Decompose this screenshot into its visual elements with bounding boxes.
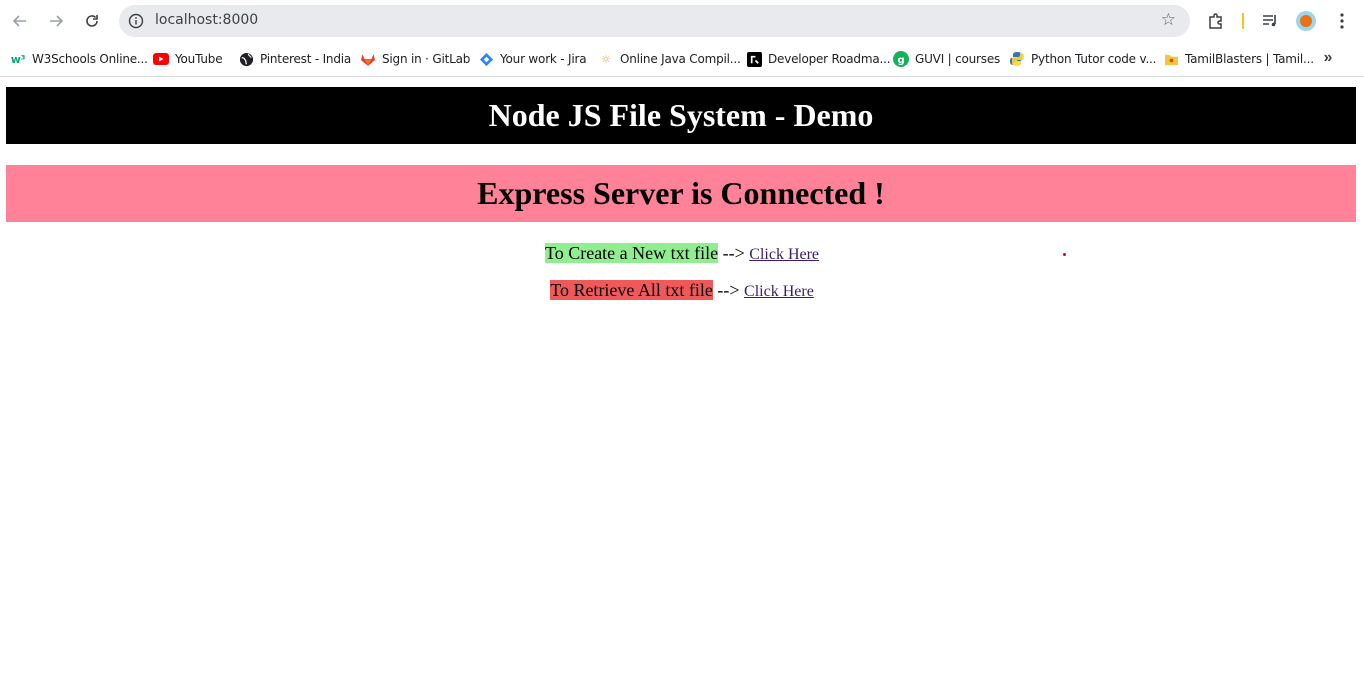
bookmark-jira[interactable]: Your work - Jira [478,50,587,68]
create-file-label: To Create a New txt file [544,243,719,263]
bookmark-star-icon[interactable]: ☆ [1161,10,1176,30]
basketball-avatar-icon [1300,15,1312,27]
youtube-icon [153,51,169,67]
browser-toolbar: localhost:8000 ☆ [0,0,1364,42]
more-bookmarks-button[interactable]: » [1318,48,1338,68]
w3schools-icon: w³ [10,52,26,66]
roadmap-icon [746,51,762,67]
forward-arrow-icon [50,15,64,27]
site-info-button[interactable] [124,9,148,33]
back-button[interactable] [7,8,33,34]
media-control-button[interactable] [1257,8,1283,34]
puzzle-icon [1209,13,1222,29]
reload-button[interactable] [79,8,105,34]
jira-icon [478,51,494,67]
globe-icon [238,51,254,67]
extensions-button[interactable] [1203,8,1229,34]
bookmark-java-compiler[interactable]: ☼ Online Java Compil... [598,50,741,68]
kebab-menu-icon [1340,13,1344,29]
server-status-banner: Express Server is Connected ! [6,165,1356,222]
bookmark-roadmap[interactable]: Developer Roadma... [746,50,891,68]
bookmark-guvi[interactable]: g GUVI | courses [893,50,1000,68]
folder-icon [1163,51,1179,67]
create-file-row: To Create a New txt file --> Click Here [0,243,1364,264]
bookmark-tamilblasters[interactable]: TamilBlasters | Tamil... [1163,50,1314,68]
python-icon [1009,51,1025,67]
retrieve-files-link[interactable]: Click Here [744,283,814,300]
bookmark-youtube[interactable]: YouTube [153,50,223,68]
cursor-dot [1063,253,1066,256]
retrieve-files-arrow: --> [717,280,740,300]
create-file-arrow: --> [722,243,745,263]
bookmark-pinterest[interactable]: Pinterest - India [238,50,351,68]
bookmark-gitlab[interactable]: Sign in · GitLab [360,50,470,68]
url-text[interactable]: localhost:8000 [155,12,258,28]
info-icon [128,13,144,29]
reload-icon [86,15,98,27]
bookmarks-bar: w³ W3Schools Online... YouTube Pinterest… [0,42,1364,77]
guvi-icon: g [893,51,909,67]
retrieve-files-label: To Retrieve All txt file [550,280,713,300]
bookmark-w3schools[interactable]: w³ W3Schools Online... [10,50,148,68]
back-arrow-icon [12,15,26,27]
browser-menu-button[interactable] [1329,8,1355,34]
toolbar-separator [1242,13,1244,29]
create-file-link[interactable]: Click Here [749,246,819,263]
media-queue-icon [1263,15,1276,27]
forward-button[interactable] [43,8,69,34]
profile-avatar[interactable] [1296,11,1316,31]
retrieve-files-row: To Retrieve All txt file --> Click Here [0,280,1364,301]
page-title: Node JS File System - Demo [6,87,1356,144]
svg-text:g: g [898,55,905,66]
address-bar[interactable]: localhost:8000 ☆ [119,5,1190,37]
bookmark-python-tutor[interactable]: Python Tutor code v... [1009,50,1156,68]
gitlab-icon [360,51,376,67]
sun-icon: ☼ [601,52,611,66]
